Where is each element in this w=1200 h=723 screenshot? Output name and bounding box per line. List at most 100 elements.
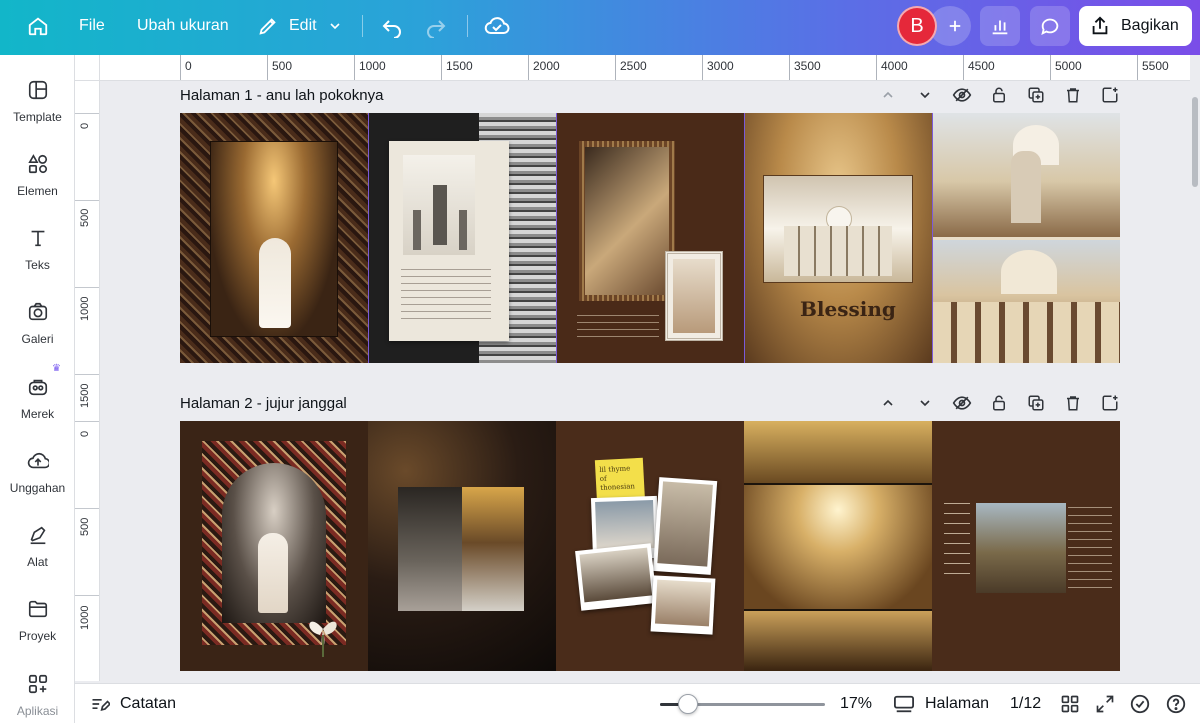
hide-page-button[interactable]	[951, 85, 972, 106]
chandelier-photo	[462, 487, 524, 611]
shapes-icon	[27, 153, 49, 175]
sidebar-item-projects[interactable]: Proyek	[0, 598, 75, 643]
add-page-button[interactable]	[1099, 393, 1120, 414]
canvas-scrollbar[interactable]	[1190, 81, 1200, 681]
edit-menu[interactable]: Edit	[257, 0, 343, 52]
mosque-interior-photo	[744, 421, 932, 483]
design-panel[interactable]	[180, 113, 368, 363]
fullscreen-button[interactable]	[1095, 684, 1115, 723]
move-down-button[interactable]	[914, 393, 935, 414]
design-panel[interactable]: lil thyme of thonesian	[556, 421, 744, 671]
design-panel[interactable]	[180, 421, 368, 671]
comments-button[interactable]	[1030, 6, 1070, 46]
redo-button[interactable]	[424, 0, 448, 52]
template-icon	[27, 79, 49, 101]
page-header: Halaman 1 - anu lah pokoknya	[180, 82, 1120, 108]
check-button[interactable]	[1129, 684, 1151, 723]
share-button[interactable]: Bagikan	[1079, 6, 1192, 46]
design-panel[interactable]	[368, 113, 556, 363]
ruler-label: 1000	[79, 605, 91, 630]
move-up-button[interactable]	[877, 85, 898, 106]
page-tools	[877, 390, 1120, 416]
design-panel[interactable]	[744, 421, 932, 671]
ruler-label: 1000	[359, 59, 386, 73]
move-up-button[interactable]	[877, 393, 898, 414]
sidebar-item-template[interactable]: Template	[0, 79, 75, 124]
mosque-arches-photo	[763, 175, 913, 283]
notes-button[interactable]: Catatan	[90, 684, 176, 723]
lock-icon[interactable]	[988, 85, 1009, 106]
file-menu[interactable]: File	[79, 0, 105, 52]
sidebar-item-elements[interactable]: Elemen	[0, 153, 75, 198]
sidebar-item-apps[interactable]: Aplikasi	[0, 673, 75, 718]
sidebar-item-label: Template	[13, 110, 62, 124]
ruler-label: 5500	[1142, 59, 1169, 73]
sidebar-item-label: Proyek	[18, 629, 57, 643]
page-title[interactable]: Halaman 2 - jujur janggal	[180, 395, 347, 412]
undo-button[interactable]	[380, 0, 404, 52]
add-page-button[interactable]	[1099, 85, 1120, 106]
photo-frame	[210, 141, 338, 337]
grid-view-button[interactable]	[1060, 684, 1080, 723]
page-tools	[877, 82, 1120, 108]
zoom-level[interactable]: 17%	[840, 684, 872, 723]
ruler-label: 3500	[794, 59, 821, 73]
duplicate-page-button[interactable]	[1025, 85, 1046, 106]
zoom-slider-handle[interactable]	[678, 694, 699, 714]
cloud-upload-icon	[27, 450, 49, 472]
design-panel[interactable]	[932, 421, 1120, 671]
sidebar-item-brand[interactable]: Merek	[0, 376, 75, 421]
page-canvas-1[interactable]: Blessing	[180, 113, 1120, 363]
design-panel[interactable]	[368, 421, 556, 671]
edit-label: Edit	[289, 17, 317, 34]
sidebar-item-tools[interactable]: Alat	[0, 524, 75, 569]
photo-frame	[579, 141, 675, 301]
sidebar-item-gallery[interactable]: Galeri	[0, 301, 75, 346]
ruler-label: 500	[79, 208, 91, 227]
lock-icon[interactable]	[988, 393, 1009, 414]
blessing-title: Blessing	[800, 297, 896, 321]
move-down-button[interactable]	[914, 85, 935, 106]
pages-button[interactable]: Halaman	[893, 684, 989, 723]
ruler-label: 5000	[1055, 59, 1082, 73]
hide-page-button[interactable]	[951, 393, 972, 414]
expand-icon	[1095, 694, 1115, 714]
delete-page-button[interactable]	[1062, 85, 1083, 106]
ruler-label: 4000	[881, 59, 908, 73]
page-header: Halaman 2 - jujur janggal	[180, 390, 1120, 416]
home-button[interactable]	[22, 0, 54, 52]
help-icon	[1165, 693, 1187, 715]
lily-flower	[298, 601, 348, 657]
design-panel[interactable]	[556, 113, 744, 363]
resize-button[interactable]: Ubah ukuran	[137, 0, 229, 52]
page-canvas-2[interactable]: lil thyme of thonesian	[180, 421, 1120, 671]
handwritten-note	[944, 503, 970, 583]
save-status-button[interactable]	[484, 0, 510, 52]
ruler-label: 0	[79, 430, 91, 437]
sidebar-item-text[interactable]: Teks	[0, 227, 75, 272]
pencil-icon	[257, 15, 279, 37]
top-toolbar: File Ubah ukuran Edit B Bagikan	[0, 0, 1200, 55]
duplicate-page-button[interactable]	[1025, 393, 1046, 414]
paper-card	[389, 141, 509, 341]
design-panel[interactable]: Blessing	[744, 113, 932, 363]
zoom-slider[interactable]	[660, 694, 825, 714]
page-title[interactable]: Halaman 1 - anu lah pokoknya	[180, 87, 383, 104]
chevron-down-icon	[327, 18, 343, 34]
design-panel[interactable]	[932, 113, 1120, 363]
insights-button[interactable]	[980, 6, 1020, 46]
help-button[interactable]	[1165, 684, 1187, 723]
scrollbar-thumb[interactable]	[1192, 97, 1198, 187]
toolbar-divider	[362, 15, 363, 37]
delete-page-button[interactable]	[1062, 393, 1083, 414]
avatar[interactable]: B	[897, 6, 937, 46]
undo-icon	[380, 14, 404, 38]
sidebar-item-uploads[interactable]: Unggahan	[0, 450, 75, 495]
pages-label: Halaman	[925, 695, 990, 712]
ruler-label: 2000	[533, 59, 560, 73]
ruler-label: 1500	[79, 383, 91, 408]
ruler-label: 500	[272, 59, 293, 73]
ruler-label: 3000	[707, 59, 734, 73]
toolbar-divider	[467, 15, 468, 37]
mosque-photo	[933, 240, 1120, 363]
